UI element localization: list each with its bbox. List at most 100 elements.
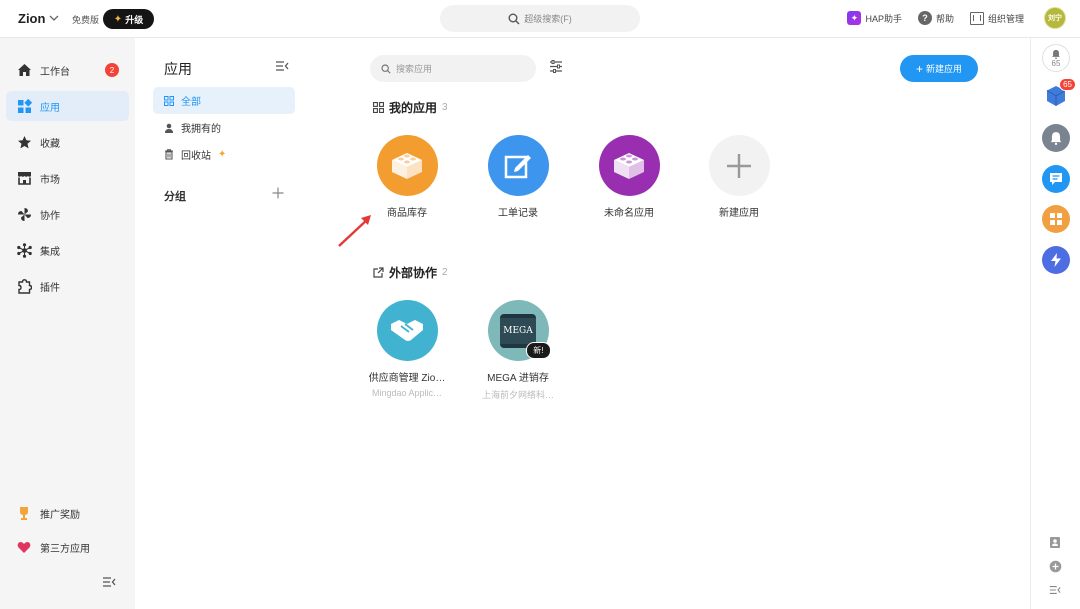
app-name: 工单记录 (498, 208, 538, 219)
my-apps-heading: 我的应用 3 (373, 99, 448, 116)
contacts-icon[interactable] (1049, 536, 1061, 552)
app-icon-circle (376, 300, 438, 361)
group-item-owned[interactable]: 我拥有的 (153, 114, 295, 141)
app-groups-panel: 应用 全部 我拥有的 回收站 ✦ 分组 (135, 38, 303, 609)
sidebar-item-referral-rewards[interactable]: 推广奖励 (6, 498, 129, 528)
group-item-label: 回收站 (181, 151, 211, 162)
sidebar-item-apps[interactable]: 应用 (6, 91, 129, 121)
app-card-work-orders[interactable]: 工单记录 (468, 135, 568, 219)
sidebar-item-favorites[interactable]: 收藏 (6, 127, 129, 157)
sidebar-item-integration[interactable]: 集成 (6, 235, 129, 265)
app-provider: 上海前夕网络科… (481, 390, 554, 400)
chevron-down-icon (49, 14, 59, 24)
workflow-button[interactable]: 65 (1042, 78, 1076, 110)
bell-icon (1050, 132, 1062, 145)
app-card-inventory[interactable]: 商品库存 (357, 135, 457, 219)
bricks-icon (392, 152, 422, 179)
avatar[interactable]: 刘宁 (1044, 7, 1066, 29)
chat-button[interactable] (1042, 165, 1070, 193)
brand-name: Zion (18, 11, 46, 26)
org-management-button[interactable]: 组织管理 (969, 11, 1024, 25)
sidebar-item-label: 推广奖励 (40, 509, 80, 521)
grid-icon (373, 102, 384, 113)
integration-icon (16, 242, 32, 258)
group-item-label: 全部 (181, 97, 201, 108)
app-name: 供应商管理 Zio… (368, 373, 446, 384)
collapse-sidebar-icon[interactable] (102, 576, 116, 590)
super-search-button[interactable]: 超级搜索(F) (440, 5, 640, 32)
app-search-placeholder: 搜索应用 (396, 64, 433, 74)
app-icon-circle (376, 135, 438, 196)
person-icon (165, 123, 173, 133)
help-icon: ? (917, 11, 932, 25)
heart-icon (16, 539, 32, 555)
group-item-all[interactable]: 全部 (153, 87, 295, 114)
sparkle-icon: ✦ (113, 13, 123, 25)
pinwheel-icon (16, 206, 32, 222)
section-title: 外部协作 (389, 266, 438, 280)
app-name: 新建应用 (719, 208, 759, 219)
sidebar-item-collaboration[interactable]: 协作 (6, 199, 129, 229)
collapse-panel-icon[interactable] (275, 60, 289, 74)
section-count: 2 (442, 267, 448, 278)
hap-assistant-button[interactable]: ✦ HAP助手 (847, 11, 902, 25)
super-search-label: 超级搜索(F) (524, 14, 572, 24)
sidebar-item-label: 第三方应用 (40, 543, 90, 555)
external-collab-heading: 外部协作 2 (373, 264, 448, 281)
app-card-mega-inventory[interactable]: MEGA 新! MEGA 进销存 上海前夕网络科… (468, 300, 568, 401)
sidebar-item-plugins[interactable]: 插件 (6, 271, 129, 301)
reminder-button[interactable] (1042, 124, 1070, 152)
trash-icon (165, 149, 173, 160)
search-icon (381, 63, 391, 74)
app-search-input[interactable]: 搜索应用 (370, 55, 536, 82)
collapse-toolbar-icon[interactable] (1049, 585, 1061, 598)
edit-icon (504, 154, 531, 178)
right-toolbar: 65 65 (1030, 38, 1080, 609)
sidebar-item-workbench[interactable]: 工作台 2 (6, 55, 129, 85)
app-card-create-new[interactable]: 新建应用 (689, 135, 789, 219)
section-title: 我的应用 (389, 101, 438, 115)
star-icon (16, 134, 32, 150)
app-icon-circle (708, 135, 770, 196)
org-switcher[interactable]: Zion (18, 11, 59, 26)
add-group-button[interactable] (272, 184, 284, 204)
sidebar-item-market[interactable]: 市场 (6, 163, 129, 193)
handshake-icon (391, 319, 423, 341)
app-name: 未命名应用 (604, 208, 654, 219)
app-card-unnamed[interactable]: 未命名应用 (579, 135, 679, 219)
apps-icon (16, 98, 32, 114)
new-badge: 新! (526, 342, 551, 359)
help-button[interactable]: ? 帮助 (917, 11, 954, 25)
sidebar-item-third-party-apps[interactable]: 第三方应用 (6, 532, 129, 562)
notification-badge: 2 (105, 63, 119, 77)
notification-count: 65 (1051, 58, 1061, 68)
count-badge: 65 (1059, 78, 1076, 91)
store-icon (16, 170, 32, 186)
left-sidebar: 工作台 2 应用 收藏 市场 协作 集成 插件 推广奖励 第三方应用 (0, 38, 135, 609)
sidebar-item-label: 收藏 (40, 138, 60, 150)
sparkle-icon: ✦ (218, 149, 227, 160)
app-icon-circle (487, 135, 549, 196)
plus-icon (727, 153, 751, 178)
group-item-recycle-bin[interactable]: 回收站 ✦ (153, 141, 295, 168)
quick-action-button[interactable] (1042, 246, 1070, 274)
group-item-label: 我拥有的 (181, 124, 221, 135)
app-grid-button[interactable] (1042, 205, 1070, 233)
upgrade-button[interactable]: ✦ 升级 (103, 9, 154, 29)
sidebar-item-label: 应用 (40, 102, 60, 114)
add-chat-icon[interactable] (1049, 560, 1062, 576)
bell-icon (1052, 49, 1060, 59)
new-app-button[interactable]: + 新建应用 (900, 55, 978, 82)
app-card-supplier-management[interactable]: 供应商管理 Zio… Mingdao Applic… (357, 300, 457, 398)
notifications-button[interactable]: 65 (1042, 44, 1070, 72)
trophy-icon (16, 505, 32, 521)
edition-label: 免费版 (72, 15, 100, 25)
annotation-arrow-icon (338, 215, 371, 247)
panel-title: 应用 (164, 61, 192, 77)
groups-section-label: 分组 (164, 191, 186, 203)
external-link-icon (373, 267, 384, 278)
top-bar: Zion 免费版 ✦ 升级 超级搜索(F) ✦ HAP助手 ? 帮助 组织管理 … (0, 0, 1080, 38)
grid-icon (1050, 213, 1062, 225)
org-management-label: 组织管理 (987, 13, 1024, 24)
filter-settings-icon[interactable] (549, 60, 563, 76)
